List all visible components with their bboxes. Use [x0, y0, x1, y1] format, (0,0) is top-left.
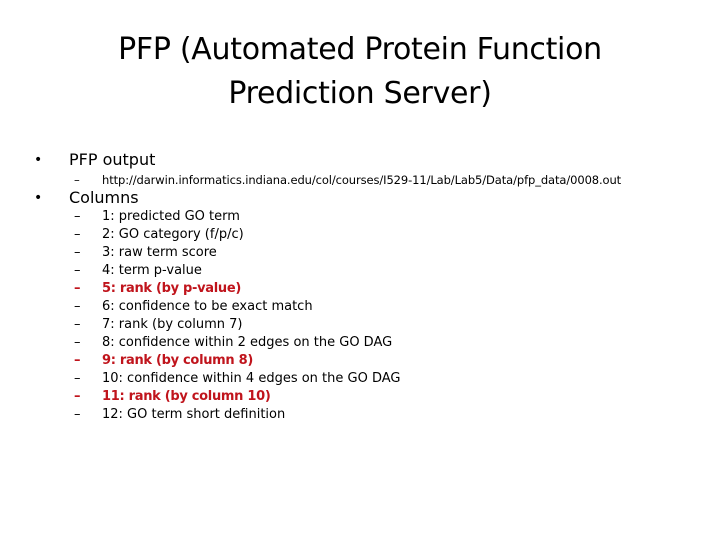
column-text: 4: term p-value [102, 263, 202, 278]
column-text: 10: confidence within 4 edges on the GO … [102, 371, 401, 386]
column-text: 8: confidence within 2 edges on the GO D… [102, 335, 393, 350]
dash-icon: – [74, 335, 81, 350]
dash-icon: – [74, 299, 81, 314]
dash-icon: – [74, 281, 81, 296]
column-text: 11: rank (by column 10) [102, 389, 271, 404]
bullet-label: PFP output [69, 150, 156, 169]
dash-icon: – [74, 209, 81, 224]
output-url-link[interactable]: http://darwin.informatics.indiana.edu/co… [102, 171, 621, 189]
bullet-icon: • [34, 152, 43, 168]
column-text: 3: raw term score [102, 245, 217, 260]
column-text: 12: GO term short definition [102, 407, 286, 422]
dash-icon: – [74, 227, 81, 242]
column-text: 9: rank (by column 8) [102, 353, 253, 368]
column-text: 7: rank (by column 7) [102, 317, 243, 332]
dash-icon: – [74, 245, 81, 260]
column-text: 1: predicted GO term [102, 209, 240, 224]
dash-icon: – [74, 371, 81, 386]
column-text: 5: rank (by p-value) [102, 281, 242, 296]
dash-icon: – [74, 173, 80, 187]
slide-title: PFP (Automated Protein Function Predicti… [118, 32, 602, 111]
column-text: 2: GO category (f/p/c) [102, 227, 244, 242]
column-text: 6: confidence to be exact match [102, 299, 313, 314]
bullet-icon: • [34, 190, 43, 206]
dash-icon: – [74, 317, 81, 332]
bullet-label: Columns [69, 188, 139, 207]
dash-icon: – [74, 263, 81, 278]
dash-icon: – [74, 407, 81, 422]
dash-icon: – [74, 353, 81, 368]
dash-icon: – [74, 389, 81, 404]
